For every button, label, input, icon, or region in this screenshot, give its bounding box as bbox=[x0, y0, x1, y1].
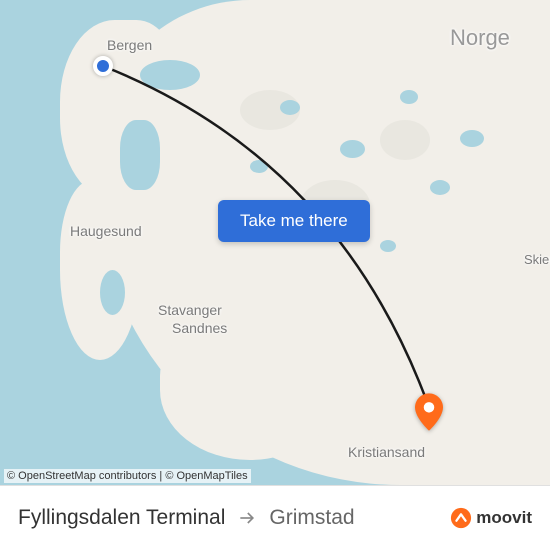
map-viewport[interactable]: Norge Bergen Haugesund Stavanger Sandnes… bbox=[0, 0, 550, 485]
city-label-sandnes: Sandnes bbox=[172, 320, 227, 336]
destination-label: Grimstad bbox=[269, 506, 354, 530]
moovit-logo[interactable]: moovit bbox=[450, 507, 532, 529]
city-label-bergen: Bergen bbox=[107, 37, 152, 53]
route-footer: Fyllingsdalen Terminal Grimstad moovit bbox=[0, 485, 550, 550]
arrow-right-icon bbox=[237, 508, 257, 528]
attribution-osm: © OpenStreetMap contributors bbox=[7, 470, 156, 482]
water-shape bbox=[120, 120, 160, 190]
lake-shape bbox=[280, 100, 300, 115]
lake-shape bbox=[380, 240, 396, 252]
origin-label: Fyllingsdalen Terminal bbox=[18, 506, 225, 530]
lake-shape bbox=[400, 90, 418, 104]
water-shape bbox=[100, 270, 125, 315]
lake-shape bbox=[430, 180, 450, 195]
lake-shape bbox=[460, 130, 484, 147]
land-shape bbox=[60, 180, 140, 360]
origin-marker-icon[interactable] bbox=[93, 56, 113, 76]
map-attribution: © OpenStreetMap contributors | © OpenMap… bbox=[4, 469, 251, 483]
route-summary: Fyllingsdalen Terminal Grimstad bbox=[18, 506, 450, 530]
moovit-logo-icon bbox=[450, 507, 472, 529]
lake-shape bbox=[340, 140, 365, 158]
attribution-omt: © OpenMapTiles bbox=[165, 470, 247, 482]
city-label-skien: Skien bbox=[524, 252, 550, 267]
water-shape bbox=[140, 60, 200, 90]
destination-marker-icon[interactable] bbox=[415, 393, 443, 421]
country-label: Norge bbox=[450, 25, 510, 51]
terrain-shade bbox=[380, 120, 430, 160]
take-me-there-button[interactable]: Take me there bbox=[218, 200, 370, 242]
moovit-logo-text: moovit bbox=[476, 508, 532, 528]
city-label-haugesund: Haugesund bbox=[70, 223, 142, 239]
city-label-kristiansand: Kristiansand bbox=[348, 444, 425, 460]
lake-shape bbox=[250, 160, 268, 173]
land-shape bbox=[160, 320, 340, 460]
city-label-stavanger: Stavanger bbox=[158, 302, 222, 318]
